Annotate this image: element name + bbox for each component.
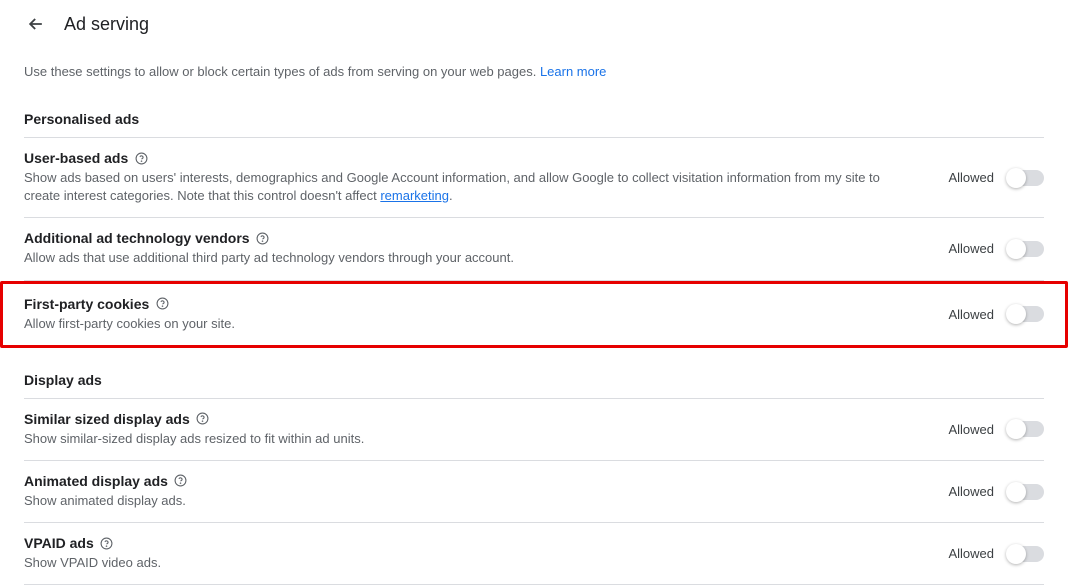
status-label: Allowed	[948, 170, 994, 185]
setting-title: Similar sized display ads	[24, 411, 190, 427]
setting-row-first-party-cookies: First-party cookies Allow first-party co…	[0, 281, 1068, 348]
help-icon[interactable]	[134, 151, 148, 165]
help-icon[interactable]	[256, 231, 270, 245]
learn-more-link[interactable]: Learn more	[540, 64, 606, 79]
toggle-first-party-cookies[interactable]	[1008, 306, 1044, 322]
toggle-ad-tech-vendors[interactable]	[1008, 241, 1044, 257]
status-label: Allowed	[948, 307, 994, 322]
toggle-vpaid[interactable]	[1008, 546, 1044, 562]
setting-description: Show similar-sized display ads resized t…	[24, 430, 908, 448]
setting-description: Show VPAID video ads.	[24, 554, 908, 572]
toggle-user-based-ads[interactable]	[1008, 170, 1044, 186]
setting-description: Show ads based on users' interests, demo…	[24, 169, 908, 205]
toggle-similar-sized[interactable]	[1008, 421, 1044, 437]
toggle-animated[interactable]	[1008, 484, 1044, 500]
status-label: Allowed	[948, 546, 994, 561]
help-icon[interactable]	[196, 412, 210, 426]
setting-title: Animated display ads	[24, 473, 168, 489]
status-label: Allowed	[948, 241, 994, 256]
section-title-personalised: Personalised ads	[0, 87, 1068, 137]
section-title-display: Display ads	[0, 348, 1068, 398]
setting-description: Allow ads that use additional third part…	[24, 249, 908, 267]
description-text: Use these settings to allow or block cer…	[24, 64, 540, 79]
setting-title: First-party cookies	[24, 296, 149, 312]
status-label: Allowed	[948, 422, 994, 437]
help-icon[interactable]	[174, 474, 188, 488]
status-label: Allowed	[948, 484, 994, 499]
setting-row-user-based-ads: User-based ads Show ads based on users' …	[24, 138, 1044, 218]
setting-row-vpaid: VPAID ads Show VPAID video ads. Allowed	[24, 523, 1044, 585]
page-description: Use these settings to allow or block cer…	[0, 44, 1068, 87]
help-icon[interactable]	[100, 536, 114, 550]
page-title: Ad serving	[64, 14, 149, 35]
setting-title: VPAID ads	[24, 535, 94, 551]
setting-row-similar-sized: Similar sized display ads Show similar-s…	[24, 399, 1044, 461]
setting-title: Additional ad technology vendors	[24, 230, 250, 246]
arrow-left-icon	[26, 14, 46, 34]
setting-row-animated: Animated display ads Show animated displ…	[24, 461, 1044, 523]
back-arrow-button[interactable]	[24, 12, 48, 36]
setting-description: Allow first-party cookies on your site.	[24, 315, 908, 333]
help-icon[interactable]	[155, 297, 169, 311]
setting-title: User-based ads	[24, 150, 128, 166]
setting-row-ad-tech-vendors: Additional ad technology vendors Allow a…	[24, 218, 1044, 280]
remarketing-link[interactable]: remarketing	[380, 188, 449, 203]
setting-description: Show animated display ads.	[24, 492, 908, 510]
